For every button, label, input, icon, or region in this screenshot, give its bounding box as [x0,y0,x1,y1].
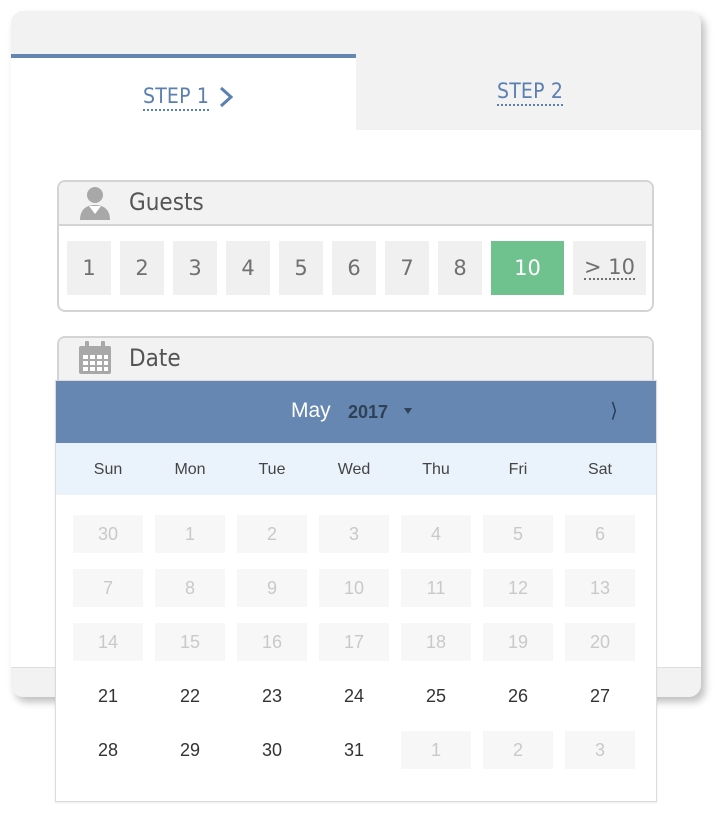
chevron-right-icon [219,86,234,108]
calendar-day-disabled: 1 [155,515,225,553]
guest-option-label: 4 [241,256,255,280]
date-picker-calendar: May 2017 ⟩ Sun Mon Tue Wed Thu Fri Sat 3… [55,380,657,802]
calendar-day[interactable]: 29 [155,731,225,769]
calendar-day-disabled: 14 [73,623,143,661]
weekday-tue: Tue [258,461,286,478]
guest-option-label: 7 [400,256,414,280]
weekday-sun: Sun [93,461,123,478]
step-1-label-wrap[interactable]: STEP 1 [143,84,210,111]
calendar-day-disabled: 7 [73,569,143,607]
calendar-day-disabled: 10 [319,569,389,607]
guest-option-label: 5 [294,256,308,280]
calendar-day-disabled: 9 [237,569,307,607]
calendar-day[interactable]: 22 [155,677,225,715]
guest-option-1[interactable]: 1 [67,241,111,295]
calendar-day-disabled: 5 [483,515,553,553]
calendar-day-disabled: 1 [401,731,471,769]
calendar-day[interactable]: 23 [237,677,307,715]
date-title: Date [129,344,181,372]
calendar-day-disabled: 12 [483,569,553,607]
calendar-day[interactable]: 21 [73,677,143,715]
calendar-day-disabled: 19 [483,623,553,661]
guest-option-7[interactable]: 7 [385,241,429,295]
calendar-day[interactable]: 25 [401,677,471,715]
weekday-wed: Wed [337,461,371,478]
calendar-day-disabled: 20 [565,623,635,661]
calendar-day[interactable]: 30 [237,731,307,769]
guest-option-label: 6 [347,256,361,280]
guest-option-label: > 10 [584,254,635,280]
calendar-day[interactable]: 24 [319,677,389,715]
calendar-day-disabled: 16 [237,623,307,661]
calendar-day-disabled: 3 [565,731,635,769]
guest-option-label: 1 [82,256,96,280]
guest-option-label: 2 [135,256,149,280]
calendar-day-disabled: 6 [565,515,635,553]
guest-option-5[interactable]: 5 [279,241,323,295]
weekday-mon: Mon [174,461,206,478]
calendar-day[interactable]: 27 [565,677,635,715]
guest-option-label: 10 [514,256,541,280]
weekday-header: Sun Mon Tue Wed Thu Fri Sat [56,443,656,495]
calendar-day-disabled: 2 [237,515,307,553]
guests-title: Guests [129,188,204,216]
step-2-label[interactable]: STEP 2 [497,79,564,106]
calendar-header: May 2017 ⟩ [56,381,656,443]
guest-option-10-selected[interactable]: 10 [491,241,564,295]
weekday-fri: Fri [508,461,528,478]
guest-option-label: 3 [188,256,202,280]
calendar-day-disabled: 2 [483,731,553,769]
guest-option-more-than-10[interactable]: > 10 [573,241,646,295]
guest-option-2[interactable]: 2 [120,241,164,295]
date-panel: Date [57,336,654,382]
guest-option-4[interactable]: 4 [226,241,270,295]
calendar-day-disabled: 13 [565,569,635,607]
calendar-day-disabled: 3 [319,515,389,553]
weekday-thu: Thu [422,461,450,478]
chevron-right-icon[interactable]: ⟩ [604,398,624,424]
calendar-day[interactable]: 28 [73,731,143,769]
guest-option-3[interactable]: 3 [173,241,217,295]
calendar-day-disabled: 17 [319,623,389,661]
caret-down-icon[interactable] [404,408,412,414]
calendar-day-disabled: 15 [155,623,225,661]
guest-option-6[interactable]: 6 [332,241,376,295]
calendar-day-disabled: 11 [401,569,471,607]
step-2-label-wrap[interactable]: STEP 2 [497,79,564,106]
user-icon [80,187,110,220]
calendar-month: May [291,399,331,422]
calendar-year-select[interactable]: 2017 [348,402,388,423]
calendar-day-disabled: 30 [73,515,143,553]
guest-option-8[interactable]: 8 [438,241,482,295]
calendar-day[interactable]: 26 [483,677,553,715]
step-1-label[interactable]: STEP 1 [143,84,210,111]
calendar-day-disabled: 8 [155,569,225,607]
calendar-icon [79,341,111,374]
guests-panel-header: Guests [59,182,652,226]
weekday-sat: Sat [587,461,612,478]
calendar-day[interactable]: 31 [319,731,389,769]
guest-option-label: 8 [453,256,467,280]
calendar-day-disabled: 4 [401,515,471,553]
calendar-day-disabled: 18 [401,623,471,661]
date-panel-header: Date [59,338,652,380]
